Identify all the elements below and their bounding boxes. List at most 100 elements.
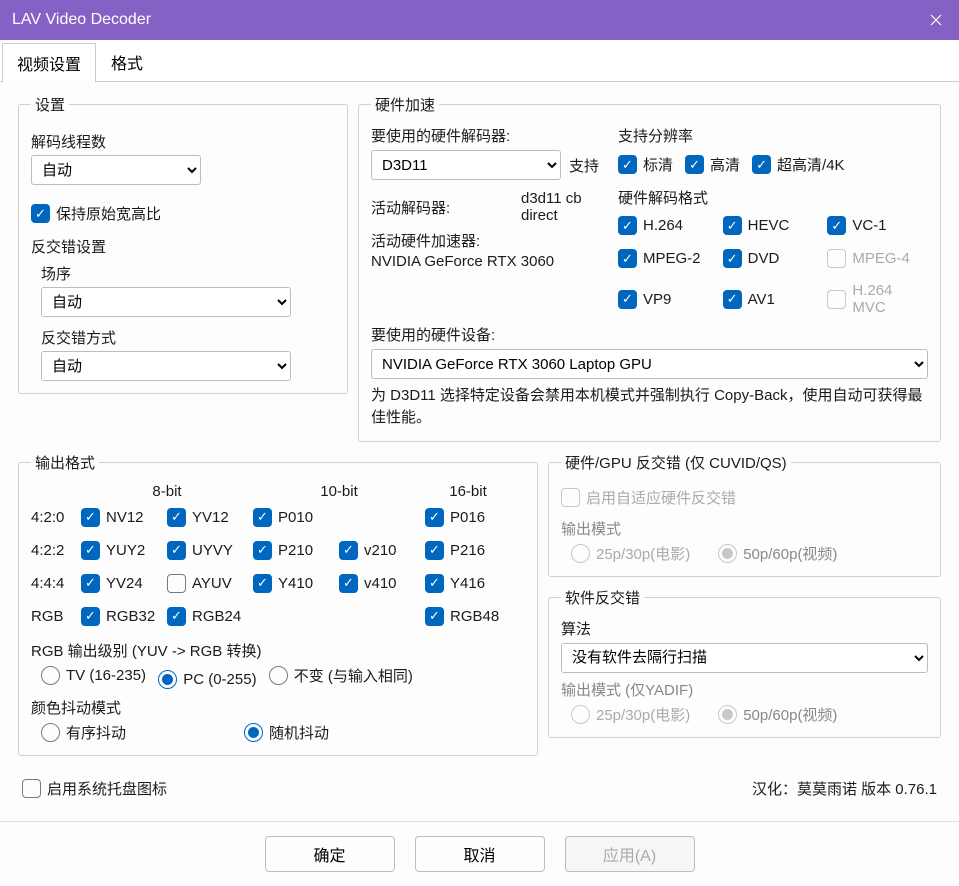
check-icon: ✓ — [167, 508, 186, 527]
check-icon: ✓ — [425, 541, 444, 560]
fmt-v410-checkbox[interactable]: ✓v410 — [339, 574, 417, 593]
res-hd-checkbox[interactable]: ✓高清 — [685, 154, 740, 175]
sw-algo-select[interactable]: 没有软件去隔行扫描 — [561, 643, 928, 673]
col-8bit: 8-bit — [81, 483, 253, 500]
row-422: 4:2:2 — [31, 542, 81, 559]
cancel-button[interactable]: 取消 — [415, 836, 545, 872]
radio-icon — [41, 666, 60, 685]
check-icon: ✓ — [723, 290, 742, 309]
keep-ar-checkbox[interactable]: ✓ 保持原始宽高比 — [31, 203, 161, 224]
fmt-rgb32-checkbox[interactable]: ✓RGB32 — [81, 607, 159, 626]
close-icon — [930, 14, 942, 26]
check-icon: ✓ — [81, 607, 100, 626]
fmt-rgb24-checkbox[interactable]: ✓RGB24 — [167, 607, 245, 626]
tab-format[interactable]: 格式 — [96, 42, 158, 81]
fmt-y416-checkbox[interactable]: ✓Y416 — [425, 574, 503, 593]
check-icon — [167, 574, 186, 593]
tab-bar: 视频设置 格式 — [0, 40, 959, 82]
radio-icon — [244, 723, 263, 742]
radio-icon — [718, 544, 737, 563]
check-icon: ✓ — [425, 574, 444, 593]
check-icon — [561, 488, 580, 507]
active-decoder-value: d3d11 cb direct — [521, 190, 608, 224]
fmt-mpeg2-checkbox[interactable]: ✓MPEG-2 — [618, 249, 711, 268]
res-uhd-checkbox[interactable]: ✓超高清/4K — [752, 154, 845, 175]
device-note: 为 D3D11 选择特定设备会禁用本机模式并强制执行 Copy-Back，使用自… — [371, 385, 928, 429]
row-420: 4:2:0 — [31, 509, 81, 526]
check-icon: ✓ — [339, 574, 358, 593]
check-icon — [827, 249, 846, 268]
radio-icon — [41, 723, 60, 742]
tab-video-settings[interactable]: 视频设置 — [2, 43, 96, 82]
fmt-p010-checkbox[interactable]: ✓P010 — [253, 508, 331, 527]
close-button[interactable] — [913, 0, 959, 40]
fmt-rgb48-checkbox[interactable]: ✓RGB48 — [425, 607, 503, 626]
check-icon: ✓ — [827, 216, 846, 235]
hw-out-mode-label: 输出模式 — [561, 518, 928, 539]
row-444: 4:4:4 — [31, 575, 81, 592]
check-icon — [827, 290, 846, 309]
fmt-vc1-checkbox[interactable]: ✓VC-1 — [827, 216, 920, 235]
hw-decoder-label: 要使用的硬件解码器: — [371, 125, 608, 146]
rgb-tv-radio[interactable]: TV (16-235) — [41, 666, 146, 685]
fmt-yv12-checkbox[interactable]: ✓YV12 — [167, 508, 245, 527]
output-format-group: 输出格式 8-bit 10-bit 16-bit 4:2:0 ✓NV12 ✓YV… — [18, 452, 538, 756]
dither-random-radio[interactable]: 随机抖动 — [244, 722, 329, 743]
apply-button: 应用(A) — [565, 836, 695, 872]
check-icon: ✓ — [167, 541, 186, 560]
check-icon: ✓ — [81, 574, 100, 593]
fmt-p210-checkbox[interactable]: ✓P210 — [253, 541, 331, 560]
output-format-legend: 输出格式 — [31, 452, 99, 473]
fmt-v210-checkbox[interactable]: ✓v210 — [339, 541, 417, 560]
fmt-yuy2-checkbox[interactable]: ✓YUY2 — [81, 541, 159, 560]
check-icon: ✓ — [81, 541, 100, 560]
fmt-ayuv-checkbox[interactable]: AYUV — [167, 574, 245, 593]
rgb-pc-radio[interactable]: PC (0-255) — [158, 670, 256, 689]
deint-legend: 反交错设置 — [31, 236, 335, 257]
tray-icon-checkbox[interactable]: 启用系统托盘图标 — [22, 778, 167, 799]
check-icon: ✓ — [618, 249, 637, 268]
accel-value: NVIDIA GeForce RTX 3060 — [371, 253, 554, 270]
fmt-uyvy-checkbox[interactable]: ✓UYVY — [167, 541, 245, 560]
check-icon — [22, 779, 41, 798]
field-order-select[interactable]: 自动 — [41, 287, 291, 317]
radio-icon — [571, 544, 590, 563]
res-sd-checkbox[interactable]: ✓标清 — [618, 154, 673, 175]
fmt-h264mvc-checkbox[interactable]: H.264 MVC — [827, 282, 920, 316]
sw-deint-legend: 软件反交错 — [561, 587, 644, 608]
threads-label: 解码线程数 — [31, 131, 335, 152]
sw-out-mode-label: 输出模式 (仅YADIF) — [561, 679, 928, 700]
dither-ordered-radio[interactable]: 有序抖动 — [41, 722, 126, 743]
check-icon: ✓ — [723, 249, 742, 268]
fmt-nv12-checkbox[interactable]: ✓NV12 — [81, 508, 159, 527]
fmt-y410-checkbox[interactable]: ✓Y410 — [253, 574, 331, 593]
fmt-hevc-checkbox[interactable]: ✓HEVC — [723, 216, 816, 235]
deint-mode-select[interactable]: 自动 — [41, 351, 291, 381]
rgb-same-radio[interactable]: 不变 (与输入相同) — [269, 665, 413, 686]
col-10bit: 10-bit — [253, 483, 425, 500]
fmt-vp9-checkbox[interactable]: ✓VP9 — [618, 282, 711, 316]
hw-decoder-select[interactable]: D3D11 — [371, 150, 561, 180]
fmt-mpeg4-checkbox[interactable]: MPEG-4 — [827, 249, 920, 268]
ok-button[interactable]: 确定 — [265, 836, 395, 872]
fmt-p216-checkbox[interactable]: ✓P216 — [425, 541, 503, 560]
sw-out-25p-radio: 25p/30p(电影) — [571, 704, 690, 725]
fmt-yv24-checkbox[interactable]: ✓YV24 — [81, 574, 159, 593]
hw-accel-legend: 硬件加速 — [371, 94, 439, 115]
window-title: LAV Video Decoder — [12, 11, 151, 29]
rgb-level-label: RGB 输出级别 (YUV -> RGB 转换) — [31, 640, 525, 661]
radio-icon — [718, 705, 737, 724]
hw-out-25p-radio: 25p/30p(电影) — [571, 543, 690, 564]
fmt-p016-checkbox[interactable]: ✓P016 — [425, 508, 503, 527]
fmt-av1-checkbox[interactable]: ✓AV1 — [723, 282, 816, 316]
version-label: 汉化：莫莫雨诺 版本 0.76.1 — [752, 778, 937, 799]
device-select[interactable]: NVIDIA GeForce RTX 3060 Laptop GPU — [371, 349, 928, 379]
dither-label: 颜色抖动模式 — [31, 697, 525, 718]
title-bar: LAV Video Decoder — [0, 0, 959, 40]
hw-accel-group: 硬件加速 要使用的硬件解码器: D3D11 支持 活动解码器: d3d11 cb… — [358, 94, 941, 442]
check-icon: ✓ — [425, 508, 444, 527]
threads-select[interactable]: 自动 — [31, 155, 201, 185]
fmt-h264-checkbox[interactable]: ✓H.264 — [618, 216, 711, 235]
fmt-dvd-checkbox[interactable]: ✓DVD — [723, 249, 816, 268]
radio-icon — [269, 666, 288, 685]
